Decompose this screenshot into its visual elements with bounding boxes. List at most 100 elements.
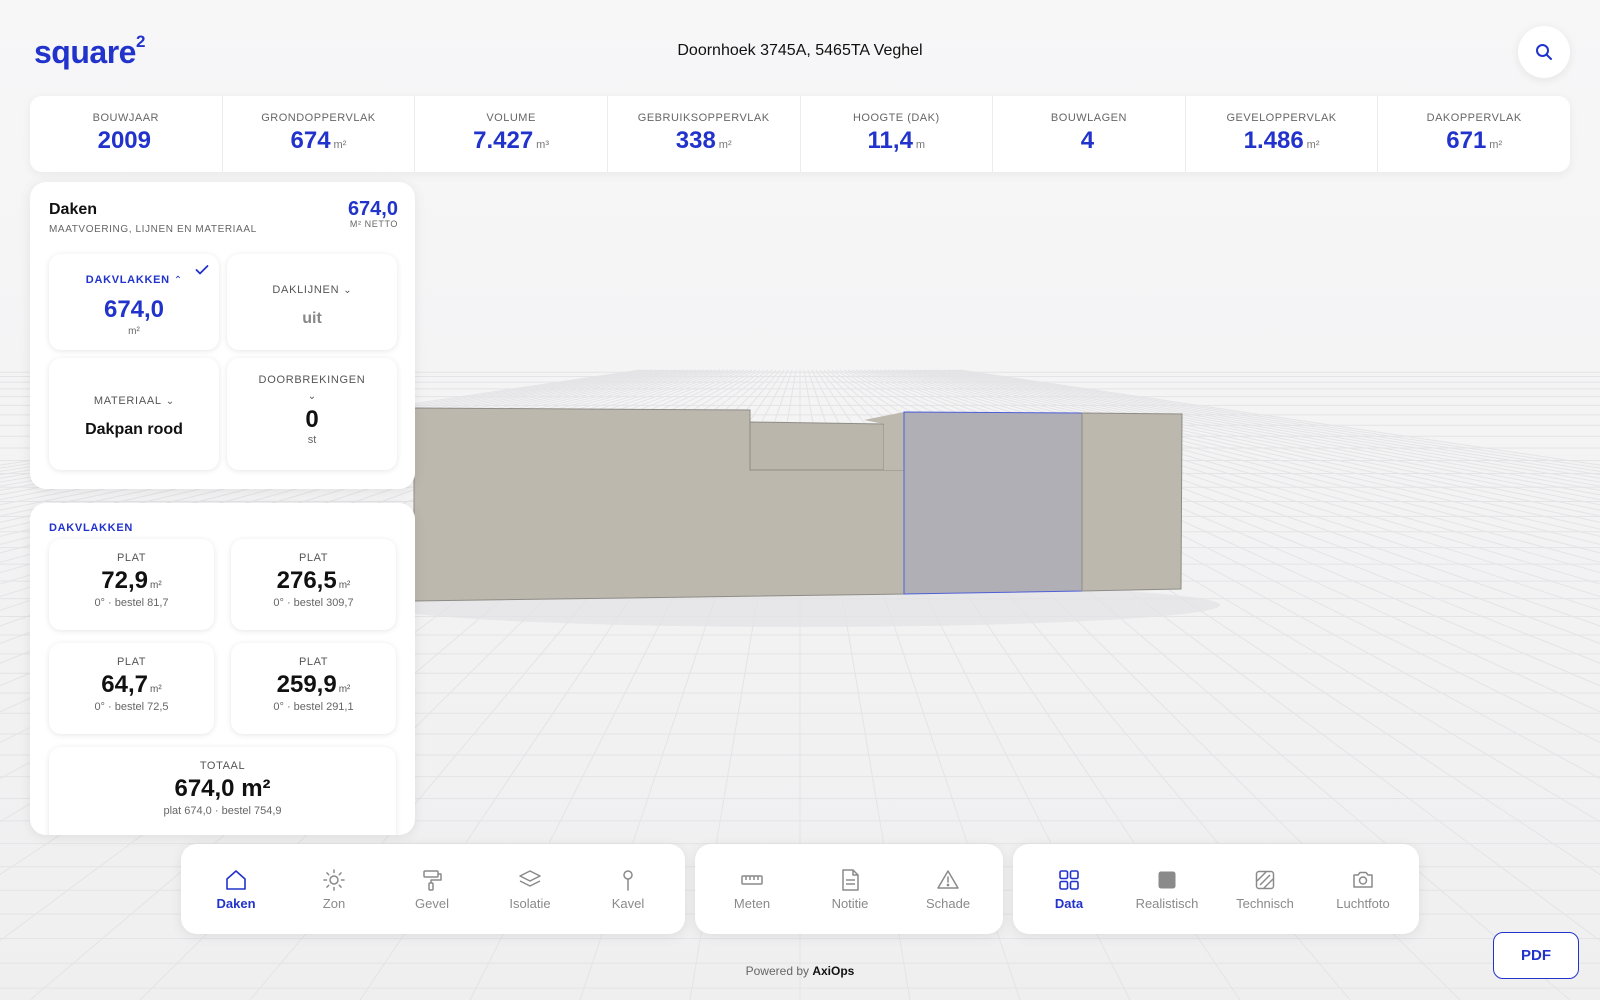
- tool-label: Meten: [733, 895, 771, 911]
- face-meta: 0° · bestel 72,5: [94, 701, 169, 713]
- face-unit: m²: [338, 684, 351, 695]
- tool-technisch[interactable]: Technisch: [1216, 868, 1314, 911]
- stat-value: 1.486: [1243, 127, 1304, 154]
- stat-gebruiksoppervlak: GEBRUIKSOPPERVLAK 338 m²: [608, 96, 801, 172]
- map-pin-icon: [623, 869, 633, 891]
- stat-label: GEBRUIKSOPPERVLAK: [637, 112, 770, 124]
- roof-face-card[interactable]: PLAT 276,5 m² 0° · bestel 309,7: [231, 539, 396, 630]
- dakvlakken-unit: m²: [128, 326, 140, 337]
- stat-bouwlagen: BOUWLAGEN 4: [993, 96, 1186, 172]
- tool-data[interactable]: Data: [1020, 868, 1118, 911]
- stat-hoogte: HOOGTE (DAK) 11,4 m: [801, 96, 994, 172]
- tool-realistisch[interactable]: Realistisch: [1118, 868, 1216, 911]
- face-type: PLAT: [116, 552, 147, 564]
- total-value: 674,0 m²: [174, 775, 271, 802]
- tool-kavel[interactable]: Kavel: [579, 868, 677, 911]
- stat-value: 2009: [97, 127, 151, 154]
- tool-gevel[interactable]: Gevel: [383, 868, 481, 911]
- stat-unit: m²: [1489, 139, 1503, 151]
- dakvlakken-list-panel: DAKVLAKKEN PLAT 72,9 m² 0° · bestel 81,7 …: [30, 503, 415, 835]
- dakvlakken-card[interactable]: DAKVLAKKEN ⌃ 674,0 m²: [49, 254, 219, 350]
- face-type: PLAT: [298, 552, 329, 564]
- tool-label: Luchtfoto: [1336, 895, 1390, 911]
- face-area: 276,5: [276, 567, 337, 594]
- powered-prefix: Powered by: [745, 964, 809, 978]
- tool-label: Schade: [925, 895, 971, 911]
- face-unit: m²: [150, 580, 162, 591]
- roof-face-card[interactable]: PLAT 64,7 m² 0° · bestel 72,5: [49, 643, 214, 734]
- total-card: TOTAAL 674,0 m² plat 674,0 · bestel 754,…: [49, 747, 396, 835]
- stat-value: 11,4: [867, 127, 913, 154]
- stat-unit: m: [915, 139, 926, 151]
- stat-geveloppervlak: GEVELOPPERVLAK 1.486 m²: [1186, 96, 1379, 172]
- stat-value: 338: [675, 127, 716, 154]
- face-area: 72,9: [101, 567, 149, 594]
- materiaal-value: Dakpan rood: [85, 421, 183, 438]
- panel-total-value: 674,0: [347, 198, 398, 220]
- search-button[interactable]: [1518, 26, 1570, 78]
- tool-zon[interactable]: Zon: [285, 868, 383, 911]
- square-icon: [1158, 871, 1176, 888]
- tool-label: Daken: [216, 895, 256, 911]
- total-meta: plat 674,0 · bestel 754,9: [163, 805, 282, 817]
- tool-label: Zon: [322, 895, 346, 911]
- dakvlakken-label: DAKVLAKKEN: [85, 274, 170, 286]
- stat-value: 7.427: [473, 127, 534, 154]
- stat-bouwjaar: BOUWJAAR 2009: [30, 96, 223, 172]
- tool-label: Notitie: [831, 895, 869, 911]
- chevron-down-icon: ⌄: [165, 396, 175, 407]
- chevron-down-icon: ⌄: [343, 285, 352, 296]
- powered-brand[interactable]: AxiOps: [812, 964, 854, 978]
- tool-label: Isolatie: [509, 895, 551, 911]
- pdf-button[interactable]: PDF: [1493, 932, 1579, 979]
- chevron-up-icon: ⌃: [173, 275, 183, 286]
- stat-label: BOUWLAGEN: [1050, 112, 1127, 124]
- stat-unit: m²: [333, 139, 347, 151]
- search-icon: [1536, 44, 1552, 60]
- materiaal-card[interactable]: MATERIAAL ⌄ Dakpan rood: [49, 358, 219, 470]
- stat-label: HOOGTE (DAK): [852, 112, 940, 124]
- tool-notitie[interactable]: Notitie: [801, 868, 899, 911]
- daken-panel: Daken MAATVOERING, LIJNEN EN MATERIAAL 6…: [30, 182, 415, 489]
- doorbrekingen-value: 0: [305, 406, 319, 433]
- stat-unit: m²: [1306, 139, 1320, 151]
- roof-face-card[interactable]: PLAT 259,9 m² 0° · bestel 291,1: [231, 643, 396, 734]
- face-meta: 0° · bestel 309,7: [273, 597, 354, 609]
- face-area: 259,9: [276, 671, 337, 698]
- doorbrekingen-card[interactable]: DOORBREKINGEN ⌄ 0 st: [227, 358, 397, 470]
- toolbar-annotate: Meten Notitie Schade: [695, 844, 1003, 934]
- stat-label: VOLUME: [486, 112, 536, 124]
- building-model: [413, 407, 1183, 602]
- ruler-icon: [741, 874, 763, 885]
- total-label: TOTAAL: [199, 760, 246, 772]
- daklijnen-card[interactable]: DAKLIJNEN ⌄ uit: [227, 254, 397, 350]
- tool-meten[interactable]: Meten: [703, 868, 801, 911]
- camera-icon: [1353, 871, 1373, 888]
- daklijnen-value: uit: [302, 310, 322, 327]
- stat-label: GEVELOPPERVLAK: [1226, 112, 1337, 124]
- building-right-wall: [1081, 412, 1183, 592]
- tool-isolatie[interactable]: Isolatie: [481, 868, 579, 911]
- stat-value: 4: [1080, 127, 1095, 154]
- stat-label: GRONDOPPERVLAK: [261, 112, 376, 124]
- panel-total: 674,0 M² NETTO: [348, 198, 398, 229]
- check-icon: [195, 265, 209, 275]
- toolbar-analysis: Daken Zon Gevel Isolatie Kavel: [181, 844, 685, 934]
- tool-luchtfoto[interactable]: Luchtfoto: [1314, 868, 1412, 911]
- tool-label: Data: [1054, 895, 1084, 911]
- face-meta: 0° · bestel 291,1: [273, 701, 354, 713]
- note-icon: [842, 868, 859, 891]
- daklijnen-label: DAKLIJNEN: [272, 284, 340, 296]
- face-meta: 0° · bestel 81,7: [94, 597, 169, 609]
- tool-label: Technisch: [1236, 895, 1294, 911]
- stat-volume: VOLUME 7.427 m³: [415, 96, 608, 172]
- building-step-block: [749, 421, 885, 471]
- tool-daken[interactable]: Daken: [187, 868, 285, 911]
- stat-dakoppervlak: DAKOPPERVLAK 671 m²: [1378, 96, 1570, 172]
- dakvlakken-value: 674,0: [103, 296, 165, 323]
- face-area: 64,7: [101, 671, 149, 698]
- powered-by: Powered by AxiOps: [0, 964, 1600, 978]
- sun-icon: [323, 868, 345, 891]
- tool-schade[interactable]: Schade: [899, 868, 997, 911]
- roof-face-card[interactable]: PLAT 72,9 m² 0° · bestel 81,7: [49, 539, 214, 630]
